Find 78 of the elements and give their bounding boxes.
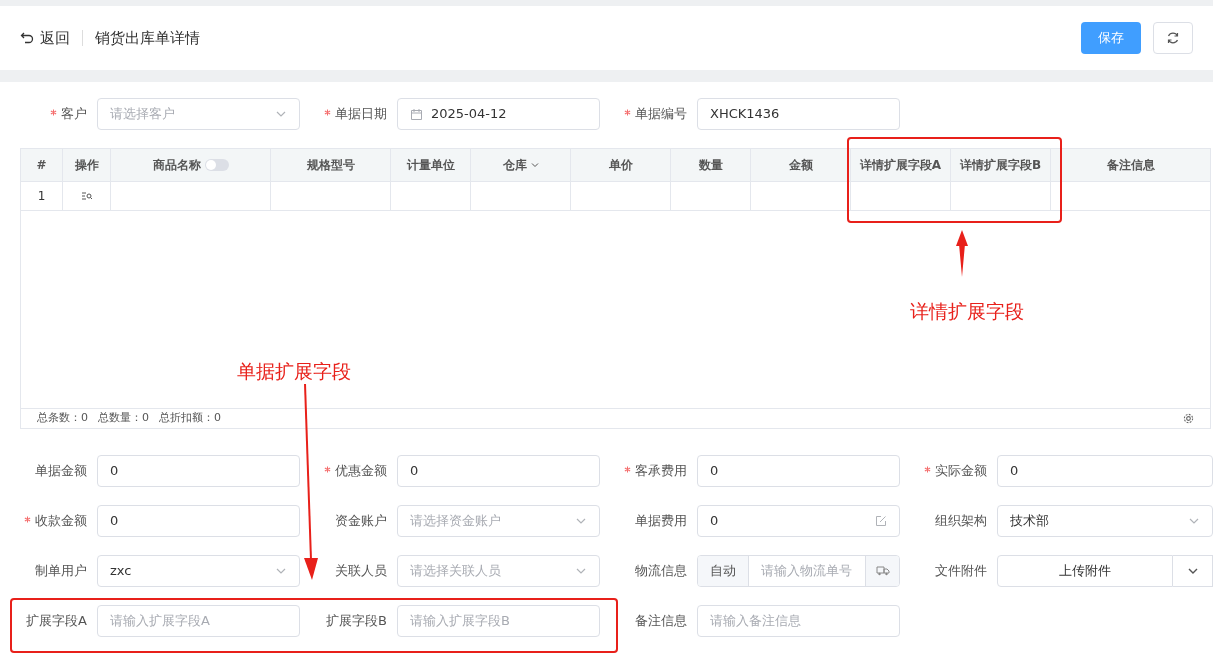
column-label: 金额 [788, 157, 813, 174]
field-placeholder: 请选择资金账户 [410, 512, 501, 531]
input-field[interactable]: 0 [697, 455, 900, 487]
field-label: 资金账户 [335, 512, 387, 531]
settings-icon[interactable] [1183, 413, 1194, 424]
refresh-icon [1166, 31, 1180, 45]
field-placeholder: 请输入扩展字段B [410, 612, 510, 631]
column-label: 备注信息 [1106, 157, 1155, 174]
field-label: 备注信息 [635, 612, 687, 631]
input-field[interactable]: XHCK1436 [697, 98, 900, 130]
annotation-label: 详情扩展字段 [910, 299, 1024, 324]
dropdown-button[interactable] [1173, 555, 1213, 587]
list-search-icon[interactable] [80, 191, 93, 201]
field-placeholder: 请选择关联人员 [410, 562, 501, 581]
auto-addon[interactable]: 自动 [698, 556, 749, 586]
page-title: 销货出库单详情 [95, 27, 200, 49]
field-label: 收款金额 [35, 512, 87, 531]
column-label: 规格型号 [306, 157, 355, 174]
field-value: 0 [110, 512, 119, 531]
truck-icon [875, 566, 890, 576]
column-label: 计量单位 [406, 157, 455, 174]
column-label: 详情扩展字段B [959, 157, 1042, 174]
column-label: 数量 [698, 157, 723, 174]
field-placeholder: 请输入扩展字段A [110, 612, 210, 631]
field-value: 0 [1010, 462, 1019, 481]
refresh-button[interactable] [1153, 22, 1193, 54]
field-value: 0 [410, 462, 419, 481]
toggle-switch[interactable] [204, 159, 229, 171]
calendar-icon [410, 107, 423, 121]
input-field[interactable]: 0 [97, 455, 300, 487]
select-field[interactable]: zxc [97, 555, 300, 587]
input-field[interactable]: 0 [97, 505, 300, 537]
field-value: 技术部 [1010, 512, 1049, 531]
field-label: 客户 [61, 105, 87, 124]
field-label: 单据费用 [635, 512, 687, 531]
field-label: 单据编号 [635, 105, 687, 124]
truck-button[interactable] [865, 556, 899, 586]
table-total: 总数量：0 [98, 410, 149, 427]
table-total: 总条数：0 [37, 410, 88, 427]
table-total: 总折扣额：0 [159, 410, 221, 427]
row-number: 1 [37, 188, 46, 205]
field-label: 组织架构 [935, 512, 987, 531]
field-label: 制单用户 [35, 562, 87, 581]
field-label: 单据日期 [335, 105, 387, 124]
field-value: zxc [110, 562, 132, 581]
column-label: 详情扩展字段A [859, 157, 942, 174]
select-field[interactable]: 技术部 [997, 505, 1213, 537]
input-field[interactable]: 0 [997, 455, 1213, 487]
field-value: 0 [710, 512, 719, 531]
annotation-label: 单据扩展字段 [237, 359, 351, 384]
field-label: 关联人员 [335, 562, 387, 581]
field-label: 客承费用 [635, 462, 687, 481]
input-field[interactable]: 0 [697, 505, 900, 537]
date-field[interactable]: 2025-04-12 [397, 98, 600, 130]
field-label: 实际金额 [935, 462, 987, 481]
field-placeholder: 请选择客户 [110, 105, 175, 124]
column-label: 单价 [608, 157, 633, 174]
column-label: 仓库 [502, 157, 527, 174]
chevron-down-icon[interactable] [530, 161, 539, 169]
field-value: 0 [710, 462, 719, 481]
field-label: 扩展字段A [26, 612, 87, 631]
column-label: 商品名称 [152, 157, 201, 174]
field-value: 0 [110, 462, 119, 481]
back-button[interactable]: 返回 [20, 26, 70, 50]
field-label: 扩展字段B [326, 612, 387, 631]
field-label: 单据金额 [35, 462, 87, 481]
field-label: 物流信息 [635, 562, 687, 581]
field-label: 优惠金额 [335, 462, 387, 481]
column-label: # [36, 157, 47, 174]
field-value: 2025-04-12 [431, 105, 507, 124]
upload-button[interactable]: 上传附件 [997, 555, 1173, 587]
undo-icon [20, 31, 34, 45]
column-label: 操作 [74, 157, 99, 174]
edit-icon[interactable] [875, 515, 887, 527]
field-placeholder: 请输入备注信息 [710, 612, 801, 631]
field-value: XHCK1436 [710, 105, 780, 124]
field-label: 文件附件 [935, 562, 987, 581]
input-field[interactable]: 0 [397, 455, 600, 487]
